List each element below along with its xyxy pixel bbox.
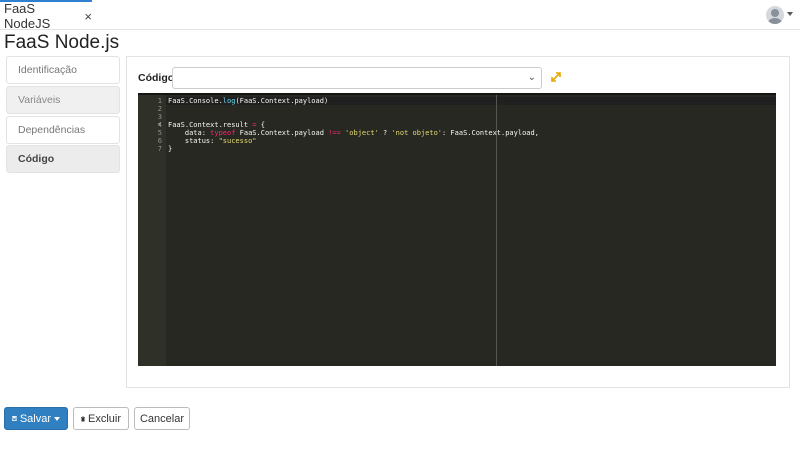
line-number: 6 — [157, 137, 162, 145]
page-title: FaaS Node.js — [4, 32, 120, 53]
user-avatar-icon[interactable] — [766, 6, 784, 24]
code-line: FaaS.Console.log(FaaS.Context.payload) — [168, 97, 329, 105]
code-line: } — [168, 145, 173, 153]
trash-icon — [81, 416, 85, 421]
sidebar-item-identificacao[interactable]: Identificação — [6, 56, 120, 84]
delete-label: Excluir — [87, 412, 121, 425]
line-number: 3 — [157, 113, 162, 121]
save-label: Salvar — [19, 412, 51, 425]
sidebar-item-codigo[interactable]: Código — [6, 145, 120, 173]
sidebar-item-label: Dependências — [18, 124, 86, 136]
sidebar-item-label: Identificação — [18, 64, 77, 76]
code-line: status: "sucesso" — [168, 137, 257, 145]
chevron-down-icon: ⌄ — [527, 72, 536, 83]
tab-title: FaaS NodeJS — [4, 1, 51, 31]
expand-icon[interactable] — [550, 71, 562, 83]
sidebar-item-variaveis[interactable]: Variáveis — [6, 86, 120, 114]
code-line: FaaS.Context.result = { — [168, 121, 265, 129]
code-editor[interactable]: 1 2 3 4 5 6 7 ▾ FaaS.Console.log(FaaS.Context.p… — [138, 93, 776, 366]
sidebar-item-dependencias[interactable]: Dependências — [6, 116, 120, 144]
cancel-button[interactable]: Cancelar — [134, 407, 190, 430]
chevron-down-icon[interactable] — [787, 12, 793, 16]
close-icon[interactable]: × — [84, 9, 92, 24]
line-number: 5 — [157, 129, 162, 137]
sidebar-item-label: Variáveis — [18, 94, 61, 106]
sidebar-item-label: Código — [18, 153, 55, 165]
tab-faas-nodejs[interactable]: FaaS NodeJS × — [0, 0, 92, 31]
delete-button[interactable]: Excluir — [73, 407, 129, 430]
floppy-disk-icon — [12, 416, 17, 421]
code-label: Código — [138, 72, 175, 84]
chevron-down-icon — [54, 416, 60, 421]
tab-strip: FaaS NodeJS × — [0, 0, 800, 31]
fold-icon[interactable]: ▾ — [158, 121, 161, 129]
line-number: 7 — [157, 145, 162, 153]
save-button[interactable]: Salvar — [4, 407, 68, 430]
line-number: 1 — [157, 97, 162, 105]
code-select[interactable]: ⌄ — [172, 67, 542, 89]
code-line: data: typeof FaaS.Context.payload !== 'o… — [168, 129, 539, 137]
line-number: 2 — [157, 105, 162, 113]
